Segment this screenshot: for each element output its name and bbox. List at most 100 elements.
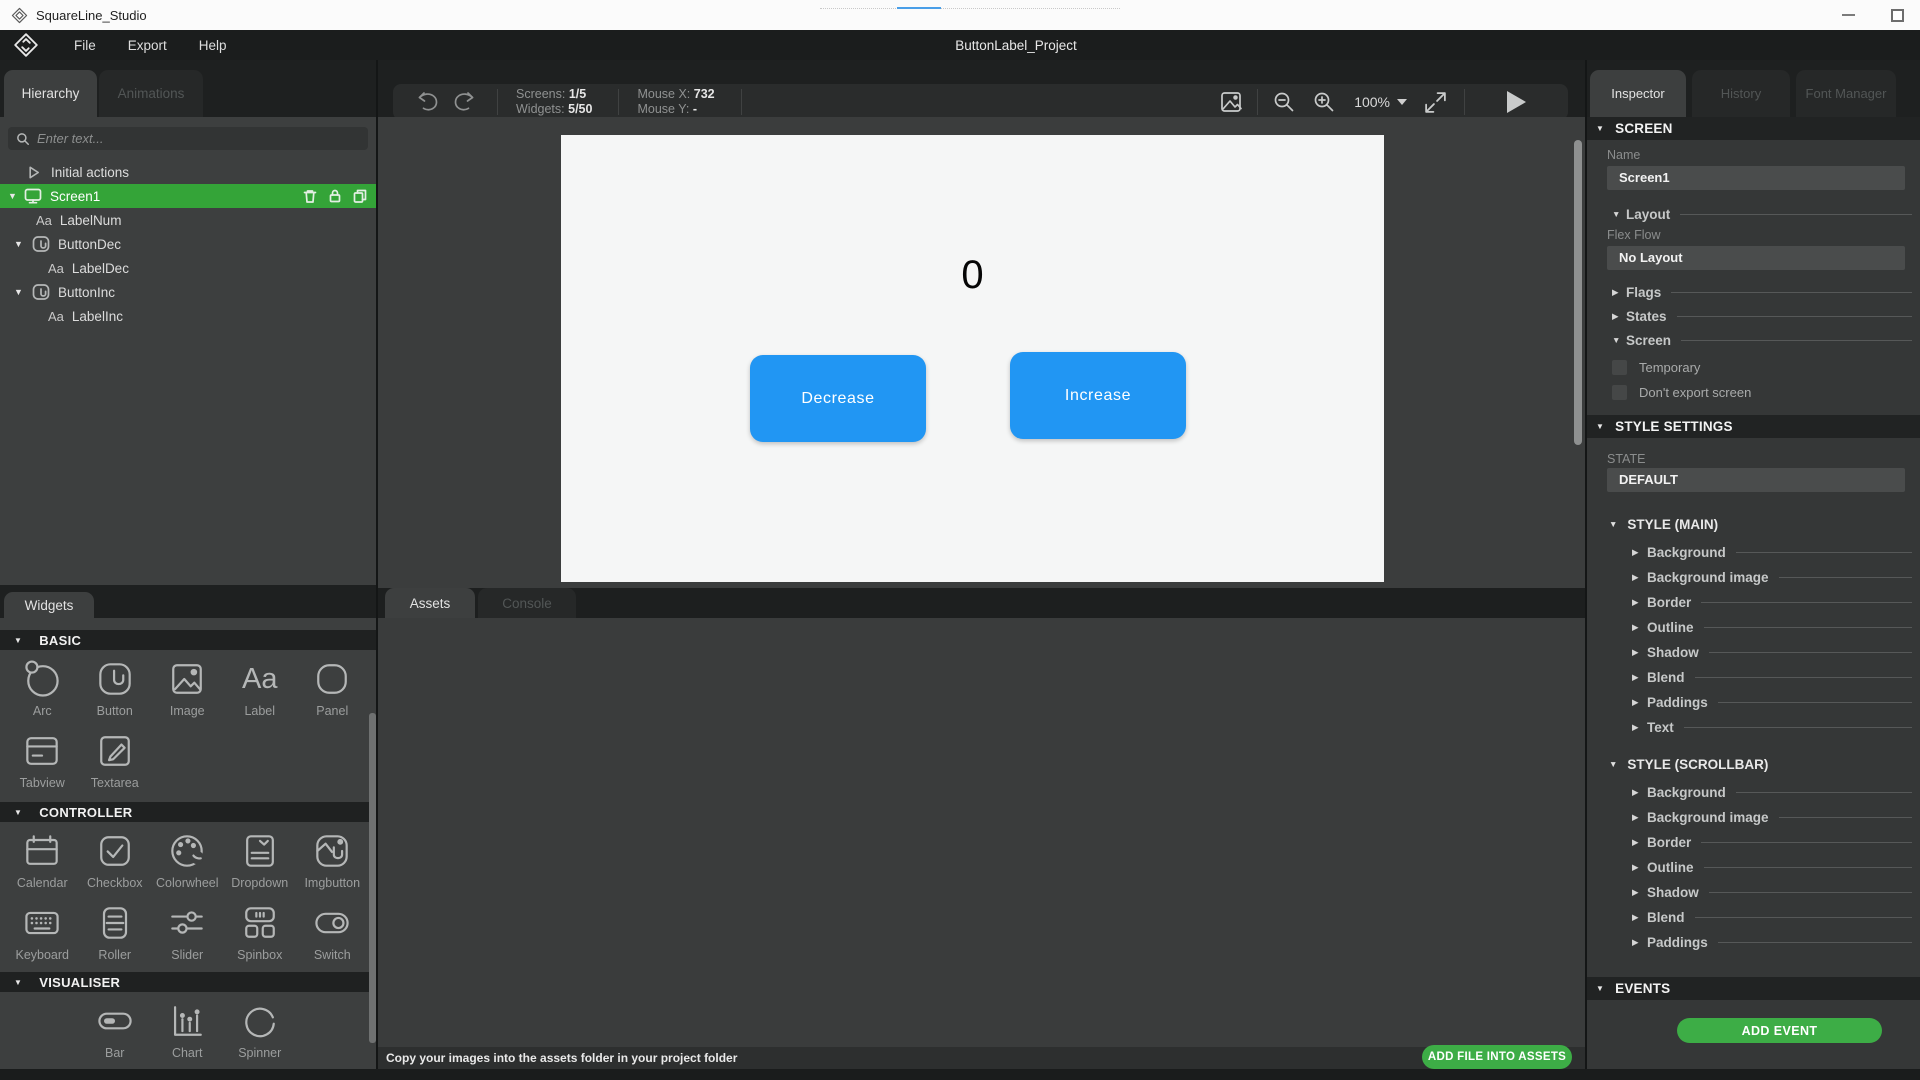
style-item-blend[interactable]: ▶Blend [1632,905,1912,930]
tree-row-screen1[interactable]: ▼ Screen1 [0,184,376,208]
tab-assets[interactable]: Assets [385,588,475,618]
tree-row-initial-actions[interactable]: Initial actions [0,160,376,184]
style-scrollbar-title[interactable]: ▼STYLE (SCROLLBAR) [1609,754,1920,774]
fold-states[interactable]: ▶States [1612,306,1912,326]
widget-spinbox[interactable]: Spinbox [224,900,297,962]
redo-icon[interactable] [451,90,477,114]
increase-button[interactable]: Increase [1010,352,1186,439]
widget-image[interactable]: Image [151,656,224,718]
tab-animations[interactable]: Animations [99,70,203,117]
menu-file[interactable]: File [74,38,96,53]
tree-row-labeldec[interactable]: Aa LabelDec [0,256,376,280]
lock-icon[interactable] [327,188,343,204]
widget-panel[interactable]: Panel [296,656,369,718]
style-item-border[interactable]: ▶Border [1632,830,1912,855]
tab-inspector[interactable]: Inspector [1590,70,1686,117]
add-file-into-assets-button[interactable]: ADD FILE INTO ASSETS [1422,1045,1572,1069]
canvas-scrollbar[interactable] [1574,140,1582,445]
style-item-background-image[interactable]: ▶Background image [1632,565,1912,590]
checkbox-dont-export[interactable]: Don't export screen [1612,381,1920,403]
decrease-button[interactable]: Decrease [750,355,926,442]
tab-console[interactable]: Console [478,588,576,618]
undo-icon[interactable] [415,90,441,114]
fold-layout[interactable]: ▼Layout [1612,204,1912,224]
widget-bar[interactable]: Bar [79,998,152,1060]
widgets-section-basic[interactable]: ▼BASIC [0,630,378,650]
checkbox-icon[interactable] [1612,360,1627,375]
assets-body[interactable] [378,618,1585,1047]
widgets-scrollbar[interactable] [369,713,376,1043]
widgets-section-visualiser[interactable]: ▼VISUALISER [0,972,378,992]
tab-font-manager[interactable]: Font Manager [1796,70,1896,117]
widget-spinner[interactable]: Spinner [224,998,297,1060]
section-style-settings[interactable]: ▼STYLE SETTINGS [1587,415,1920,438]
zoom-dropdown-caret-icon[interactable] [1397,99,1407,105]
tab-widgets[interactable]: Widgets [4,592,94,618]
style-item-border[interactable]: ▶Border [1632,590,1912,615]
widget-dropdown[interactable]: Dropdown [224,828,297,890]
widget-textarea[interactable]: Textarea [79,728,152,790]
style-item-shadow[interactable]: ▶Shadow [1632,640,1912,665]
style-item-paddings[interactable]: ▶Paddings [1632,930,1912,955]
menu-export[interactable]: Export [128,38,167,53]
style-item-shadow[interactable]: ▶Shadow [1632,880,1912,905]
tab-hierarchy[interactable]: Hierarchy [4,70,97,117]
widget-keyboard[interactable]: Keyboard [6,900,79,962]
collapse-caret-icon[interactable]: ▼ [14,239,24,249]
tab-history[interactable]: History [1692,70,1790,117]
delete-icon[interactable] [302,188,318,204]
design-screen[interactable]: 0 Decrease Increase [561,135,1384,582]
play-icon[interactable] [1507,91,1526,113]
hierarchy-search[interactable] [8,127,368,150]
widgets-section-controller[interactable]: ▼CONTROLLER [0,802,378,822]
copy-icon[interactable] [352,188,368,204]
collapse-caret-icon[interactable]: ▼ [14,287,24,297]
style-item-background[interactable]: ▶Background [1632,540,1912,565]
name-field[interactable]: Screen1 [1607,166,1905,190]
style-item-background[interactable]: ▶Background [1632,780,1912,805]
flex-flow-field[interactable]: No Layout [1607,246,1905,270]
collapse-caret-icon[interactable]: ▼ [8,191,18,201]
style-item-background-image[interactable]: ▶Background image [1632,805,1912,830]
style-item-outline[interactable]: ▶Outline [1632,615,1912,640]
zoom-level[interactable]: 100% [1354,94,1390,110]
checkbox-temporary[interactable]: Temporary [1612,356,1920,378]
tree-row-buttoninc[interactable]: ▼ ButtonInc [0,280,376,304]
tree-row-buttondec[interactable]: ▼ ButtonDec [0,232,376,256]
counter-label[interactable]: 0 [561,253,1384,298]
style-item-outline[interactable]: ▶Outline [1632,855,1912,880]
widget-arc[interactable]: Arc [6,656,79,718]
style-item-text[interactable]: ▶Text [1632,715,1912,740]
maximize-icon[interactable] [1891,9,1904,22]
add-event-button[interactable]: ADD EVENT [1677,1018,1882,1043]
widget-calendar[interactable]: Calendar [6,828,79,890]
fit-view-icon[interactable] [1423,90,1448,115]
section-events[interactable]: ▼EVENTS [1587,977,1920,1000]
style-item-blend[interactable]: ▶Blend [1632,665,1912,690]
zoom-in-icon[interactable] [1312,90,1336,114]
style-main-title[interactable]: ▼STYLE (MAIN) [1609,514,1920,534]
search-input[interactable] [37,131,360,146]
screenshot-icon[interactable] [1219,90,1243,114]
fold-flags[interactable]: ▶Flags [1612,282,1912,302]
widget-imgbutton[interactable]: Imgbutton [296,828,369,890]
widget-roller[interactable]: Roller [79,900,152,962]
minimize-icon[interactable] [1842,14,1855,16]
zoom-out-icon[interactable] [1272,90,1296,114]
widget-chart[interactable]: Chart [151,998,224,1060]
widget-colorwheel[interactable]: Colorwheel [151,828,224,890]
widget-switch[interactable]: Switch [296,900,369,962]
widget-slider[interactable]: Slider [151,900,224,962]
tree-row-labelinc[interactable]: Aa LabelInc [0,304,376,328]
widget-button[interactable]: Button [79,656,152,718]
widget-label[interactable]: AaLabel [224,656,297,718]
section-screen[interactable]: ▼SCREEN [1587,117,1920,140]
fold-screen[interactable]: ▼Screen [1612,330,1912,350]
style-item-paddings[interactable]: ▶Paddings [1632,690,1912,715]
widget-tabview[interactable]: Tabview [6,728,79,790]
checkbox-icon[interactable] [1612,385,1627,400]
tree-row-labelnum[interactable]: Aa LabelNum [0,208,376,232]
state-field[interactable]: DEFAULT [1607,468,1905,492]
menu-help[interactable]: Help [199,38,227,53]
widget-checkbox[interactable]: Checkbox [79,828,152,890]
